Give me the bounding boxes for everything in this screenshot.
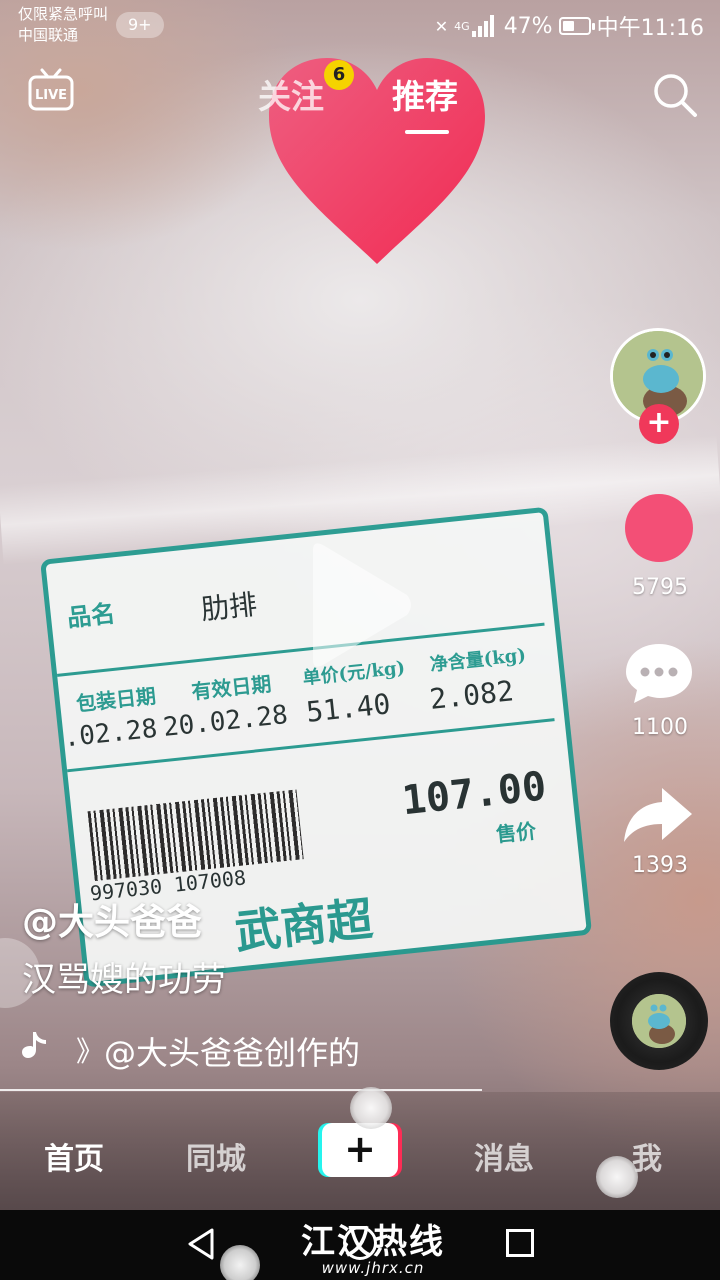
author-name[interactable]: @大头爸爸 xyxy=(22,893,202,945)
status-bar: 仅限紧急呼叫 中国联通 9+ ✕ 4G 47% 中午11:16 xyxy=(0,0,720,50)
create-video-button[interactable]: + xyxy=(318,1123,402,1177)
comment-count: 1100 xyxy=(632,715,688,740)
tab-nearby[interactable]: 同城 xyxy=(186,1134,246,1178)
svg-text:LIVE: LIVE xyxy=(35,88,67,103)
share-count: 1393 xyxy=(632,853,688,878)
tab-following[interactable]: 关注 xyxy=(258,70,324,118)
notification-count-badge: 9+ xyxy=(116,12,164,38)
clock: 中午11:16 xyxy=(596,16,704,41)
video-caption: 汉骂嫂的功劳 xyxy=(22,960,226,1000)
live-tv-icon[interactable]: LIVE xyxy=(28,68,74,112)
share-arrow-icon[interactable] xyxy=(622,786,694,844)
label-net-weight: 2.082 xyxy=(427,674,516,716)
touch-indicator xyxy=(350,1087,392,1129)
system-navigation-bar: 江汉热线 www.jhrx.cn xyxy=(0,1210,720,1280)
carrier-name: 中国联通 xyxy=(18,26,79,44)
label-expiry-title: 有效日期 xyxy=(190,671,273,704)
comment-icon[interactable] xyxy=(622,640,696,706)
label-pack-date-title: 包装日期 xyxy=(74,683,158,716)
snail-avatar-icon xyxy=(632,994,686,1048)
label-unit-price: 51.40 xyxy=(304,687,392,729)
label-name-title: 品名 xyxy=(65,598,117,633)
label-product-name: 肋排 xyxy=(199,587,259,627)
short-video-app: 品名 肋排 包装日期 有效日期 单价(元/kg) 净含量(kg) .02.28 … xyxy=(0,0,720,1280)
barcode xyxy=(87,789,304,882)
following-count-badge: 6 xyxy=(324,60,354,90)
watermark-title: 江汉热线 xyxy=(301,1222,445,1262)
play-icon[interactable] xyxy=(305,540,415,670)
music-note-icon xyxy=(22,1032,46,1058)
music-disc-cover xyxy=(632,994,686,1048)
recent-apps-square-icon[interactable] xyxy=(506,1229,534,1257)
touch-indicator xyxy=(596,1156,638,1198)
label-total-title: 售价 xyxy=(494,818,538,847)
like-count: 5795 xyxy=(632,575,688,600)
signal-strength-icon xyxy=(471,15,498,37)
active-tab-indicator xyxy=(405,130,449,134)
status-right: ✕ 4G 47% 中午11:16 xyxy=(435,10,704,42)
music-marquee[interactable]: 》 @大头爸爸创作的 xyxy=(22,1026,472,1070)
network-type: 4G xyxy=(454,19,470,33)
music-title: @大头爸爸创作的 xyxy=(104,1034,361,1070)
video-progress-bar[interactable] xyxy=(0,1089,482,1091)
tab-recommended[interactable]: 推荐 xyxy=(392,70,458,118)
search-icon[interactable] xyxy=(652,72,698,118)
label-pack-date: .02.28 xyxy=(62,713,159,754)
battery-icon xyxy=(558,17,595,35)
back-triangle-icon[interactable] xyxy=(186,1227,216,1261)
emergency-call-text: 仅限紧急呼叫 xyxy=(18,5,109,23)
follow-author-button[interactable]: + xyxy=(639,404,679,444)
tab-messages[interactable]: 消息 xyxy=(474,1134,534,1178)
tab-home[interactable]: 首页 xyxy=(44,1134,104,1178)
label-store-name: 武商超 xyxy=(232,891,376,960)
status-left: 仅限紧急呼叫 中国联通 xyxy=(18,4,108,46)
label-net-weight-title: 净含量(kg) xyxy=(429,644,527,676)
like-button[interactable] xyxy=(625,494,693,562)
label-expiry-date: 20.02.28 xyxy=(161,700,290,743)
music-marquee-fragment: 》 xyxy=(76,1030,90,1070)
watermark: 江汉热线 www.jhrx.cn xyxy=(278,1214,468,1277)
plus-icon: + xyxy=(322,1123,398,1177)
no-sim-signal-icon: ✕ xyxy=(434,16,449,36)
battery-percent: 47% xyxy=(503,13,553,39)
touch-indicator xyxy=(220,1245,260,1280)
